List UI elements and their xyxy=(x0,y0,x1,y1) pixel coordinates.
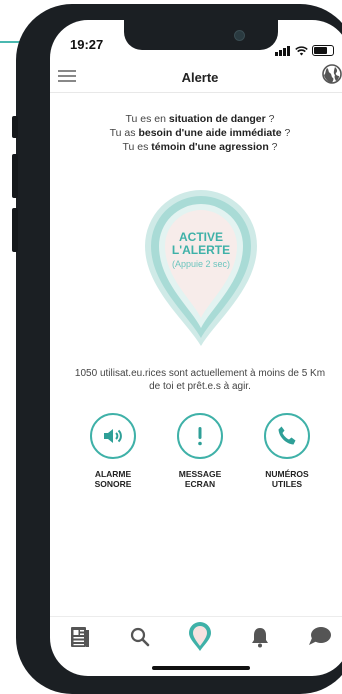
numbers-circle xyxy=(264,413,310,459)
nearby-users-text: 1050 utilisat.eu.rices sont actuellement… xyxy=(74,368,326,392)
alert-button-line2: L'ALERTE xyxy=(171,243,231,257)
status-icons xyxy=(275,38,334,56)
volume-up-button xyxy=(12,154,18,198)
question-witness: Tu es témoin d'une agression ? xyxy=(122,141,278,153)
quick-actions: ALARMESONORE MESSAGEECRAN NUMÉROSUTIL xyxy=(80,413,320,489)
home-indicator xyxy=(152,666,250,670)
alarm-label: ALARME SONORE xyxy=(94,469,132,489)
chat-icon xyxy=(309,627,331,645)
alert-button-text: ACTIVE L'ALERTE (Appuie 2 sec) xyxy=(143,231,259,270)
mute-switch xyxy=(12,116,18,138)
page-title: Alerte xyxy=(181,70,219,85)
tab-notifications[interactable] xyxy=(245,623,275,651)
numbers-label: NUMÉROS UTILES xyxy=(265,469,309,489)
bell-icon xyxy=(252,628,268,648)
search-icon xyxy=(130,627,150,647)
exclamation-icon xyxy=(198,427,202,446)
tab-search[interactable] xyxy=(125,623,155,651)
wifi-icon xyxy=(295,46,308,56)
useful-numbers-button[interactable]: NUMÉROS UTILES xyxy=(254,413,320,489)
tab-news[interactable] xyxy=(65,623,95,651)
alarm-sound-button[interactable]: ALARME SONORE xyxy=(80,413,146,489)
battery-icon xyxy=(312,45,334,56)
app-header: Alerte xyxy=(50,64,342,93)
volume-down-button xyxy=(12,208,18,252)
alarm-circle xyxy=(90,413,136,459)
status-time: 19:27 xyxy=(70,37,104,52)
alert-pin-icon xyxy=(189,622,211,651)
news-icon xyxy=(71,627,89,647)
danger-questions: Tu es en situation de danger ? Tu as bes… xyxy=(60,112,340,154)
phone-icon xyxy=(278,426,296,445)
status-bar: 19:27 xyxy=(50,20,342,60)
tab-chat[interactable] xyxy=(305,623,335,651)
question-help: Tu as besoin d'une aide immédiate ? xyxy=(109,127,291,139)
tab-alert[interactable] xyxy=(185,622,215,651)
speaker-icon xyxy=(104,429,122,443)
message-circle xyxy=(177,413,223,459)
app-screen: 19:27 Alerte Tu es en situation de dange… xyxy=(50,20,342,676)
globe-icon[interactable] xyxy=(322,64,342,84)
phone-frame: 19:27 Alerte Tu es en situation de dange… xyxy=(12,4,342,694)
alert-button-hint: (Appuie 2 sec) xyxy=(171,259,231,269)
question-danger: Tu es en situation de danger ? xyxy=(125,113,275,125)
bottom-tab-bar xyxy=(50,616,342,657)
activate-alert-button[interactable]: ACTIVE L'ALERTE (Appuie 2 sec) xyxy=(143,188,259,348)
screen-message-button[interactable]: MESSAGE ECRAN xyxy=(167,413,233,489)
message-label: MESSAGE ECRAN xyxy=(178,469,222,489)
signal-icon xyxy=(275,38,291,56)
